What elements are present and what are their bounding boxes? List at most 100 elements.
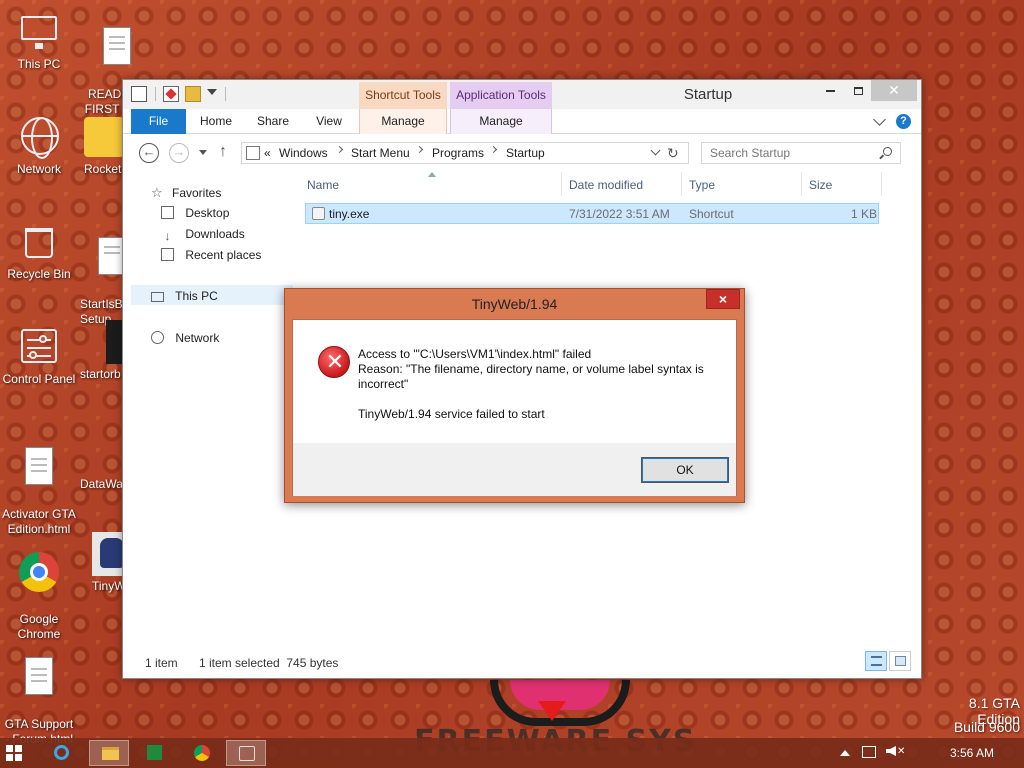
column-divider[interactable] <box>801 172 802 196</box>
status-bar: 1 item 1 item selected 745 bytes <box>123 650 921 678</box>
breadcrumb-startup[interactable]: Startup <box>506 146 545 160</box>
ok-button[interactable]: OK <box>641 457 729 483</box>
file-name: tiny.exe <box>329 207 370 221</box>
ribbon-tabs: File Home Share View Manage Manage ? <box>123 109 921 134</box>
desktop-icon-control-panel[interactable]: Control Panel <box>0 325 79 387</box>
window-menu-icon[interactable] <box>131 86 147 102</box>
desktop-icon-startorb[interactable]: startorb <box>80 320 124 382</box>
quick-access-divider <box>155 87 156 101</box>
refresh-icon[interactable]: ↻ <box>667 145 679 162</box>
column-headers: Name Date modified Type Size <box>295 170 882 200</box>
dialog-title[interactable]: TinyWeb/1.94 <box>285 289 744 319</box>
wallpaper-logo-triangle <box>538 701 566 721</box>
column-date-modified[interactable]: Date modified <box>569 178 643 192</box>
tab-view[interactable]: View <box>307 109 351 134</box>
desktop-icon-label: This PC <box>17 57 61 71</box>
start-button[interactable] <box>6 745 22 761</box>
address-bar[interactable]: « Windows Start Menu Programs Startup <box>241 142 689 164</box>
breadcrumb-programs[interactable]: Programs <box>432 146 484 160</box>
error-icon: ✕ <box>318 346 350 378</box>
desktop-icon-network[interactable]: Network <box>0 115 79 177</box>
minimize-icon <box>825 90 835 93</box>
html-document-icon <box>17 655 61 699</box>
taskbar-clock[interactable]: 3:56 AM <box>950 746 994 760</box>
dialog-close-button[interactable]: × <box>706 289 740 309</box>
taskbar-file-explorer[interactable] <box>89 740 129 766</box>
close-icon: ✕ <box>888 82 900 98</box>
desktop-icon-label: Recycle Bin <box>7 267 71 281</box>
nav-desktop[interactable]: Desktop <box>161 206 229 220</box>
data-app-icon <box>80 430 124 474</box>
breadcrumb-start-menu[interactable]: Start Menu <box>351 146 410 160</box>
desktop-icon-recycle-bin[interactable]: Recycle Bin <box>0 220 79 282</box>
this-pc-icon <box>17 10 61 54</box>
nav-downloads[interactable]: ↓ Downloads <box>161 227 245 243</box>
volume-icon[interactable] <box>886 746 896 756</box>
up-arrow-icon[interactable]: ↑ <box>219 143 227 161</box>
window-title: Startup <box>683 86 733 103</box>
show-hidden-icons-arrow-icon[interactable] <box>840 750 850 756</box>
column-divider[interactable] <box>561 172 562 196</box>
dialog-message-failed: TinyWeb/1.94 service failed to start <box>358 407 545 421</box>
properties-icon[interactable] <box>163 86 179 102</box>
large-icons-view-button[interactable] <box>889 651 911 671</box>
column-divider[interactable] <box>681 172 682 196</box>
status-item-count: 1 item <box>145 656 178 670</box>
tinyweb-window-icon <box>239 746 255 761</box>
back-arrow-icon: ← <box>142 144 156 159</box>
help-icon[interactable]: ? <box>896 114 911 129</box>
sort-ascending-icon <box>428 172 436 177</box>
desktop-icon-google-chrome[interactable]: Google Chrome <box>0 535 79 657</box>
close-button[interactable]: ✕ <box>871 80 917 101</box>
nav-network[interactable]: Network <box>151 331 219 345</box>
address-history-chevron-icon[interactable] <box>650 145 661 156</box>
address-overflow[interactable]: « <box>264 146 271 160</box>
desktop-icon-datawa[interactable]: DataWa <box>80 430 124 492</box>
nav-this-pc[interactable]: This PC <box>151 289 218 303</box>
taskbar-spreadsheet[interactable] <box>134 740 174 766</box>
breadcrumb-separator-icon <box>415 145 424 154</box>
column-name[interactable]: Name <box>307 178 339 192</box>
new-folder-icon[interactable] <box>185 86 201 102</box>
nav-favorites[interactable]: ☆ Favorites <box>151 185 221 201</box>
tab-manage-application[interactable]: Manage <box>450 109 552 134</box>
tab-share[interactable]: Share <box>251 109 295 134</box>
taskbar-chrome[interactable] <box>181 740 221 766</box>
column-divider[interactable] <box>881 172 882 196</box>
search-icon <box>883 147 892 156</box>
tab-home[interactable]: Home <box>193 109 239 134</box>
recent-locations-dropdown-icon[interactable] <box>199 150 207 155</box>
minimize-button[interactable] <box>816 80 844 101</box>
mute-x-icon: ✕ <box>897 746 906 757</box>
tab-file[interactable]: File <box>131 109 186 134</box>
maximize-button[interactable] <box>844 80 872 101</box>
control-panel-icon <box>17 325 61 369</box>
navigation-pane: ☆ Favorites Desktop ↓ Downloads Recent p… <box>123 170 293 650</box>
tab-manage-shortcut[interactable]: Manage <box>359 109 447 134</box>
breadcrumb-windows[interactable]: Windows <box>279 146 328 160</box>
network-status-icon[interactable] <box>862 746 876 758</box>
customize-quick-access-icon[interactable] <box>207 89 217 95</box>
desktop-folder-icon <box>161 206 174 219</box>
expand-ribbon-chevron-icon[interactable] <box>873 113 886 126</box>
taskbar-internet-explorer[interactable] <box>41 740 81 766</box>
details-view-button[interactable] <box>865 651 887 671</box>
nav-label: Favorites <box>172 186 222 200</box>
forward-button[interactable]: → <box>169 143 189 163</box>
taskbar-tinyweb[interactable] <box>226 740 266 766</box>
column-type[interactable]: Type <box>689 178 715 192</box>
nav-recent-places[interactable]: Recent places <box>161 248 261 262</box>
details-view-icon <box>871 656 882 666</box>
recycle-bin-icon <box>17 220 61 264</box>
column-size[interactable]: Size <box>809 178 832 192</box>
text-document-icon <box>95 25 139 69</box>
desktop-icon-activator-html[interactable]: Activator GTA Edition.html <box>0 430 79 552</box>
desktop-icon-this-pc[interactable]: This PC <box>0 10 79 72</box>
forward-arrow-icon: → <box>172 144 186 159</box>
title-bar[interactable]: Shortcut Tools Application Tools Startup… <box>123 80 921 109</box>
dialog-body: ✕ Access to "'C:\Users\VM1'\index.html" … <box>292 319 737 496</box>
back-button[interactable]: ← <box>139 143 159 163</box>
recent-places-icon <box>161 248 174 261</box>
file-row[interactable]: tiny.exe 7/31/2022 3:51 AM Shortcut 1 KB <box>305 203 879 224</box>
search-input[interactable]: Search Startup <box>701 142 901 164</box>
